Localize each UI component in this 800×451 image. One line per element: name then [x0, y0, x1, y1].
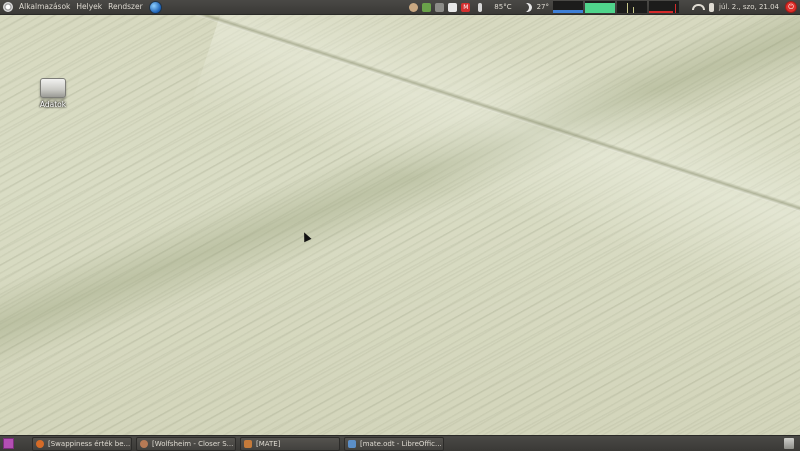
memory-graph[interactable]	[585, 1, 615, 13]
menu-system[interactable]: Rendszer	[105, 0, 146, 14]
desktop-icon-label: Adatok	[39, 100, 67, 109]
task-label: [Wolfsheim - Closer S...	[152, 439, 234, 448]
task-label: [Swappiness érték be...	[48, 439, 131, 448]
menu-places[interactable]: Helyek	[73, 0, 105, 14]
folder-icon	[244, 439, 252, 448]
taskbar-button-libreoffice[interactable]: [mate.odt - LibreOffic...	[344, 436, 444, 451]
thermometer-icon[interactable]	[478, 2, 483, 12]
top-panel: Alkalmazások Helyek Rendszer M 85°C 27° …	[0, 0, 800, 15]
globe-icon[interactable]	[148, 0, 162, 14]
weather-temperature: 27°	[536, 3, 549, 11]
taskbar-button-wolfsheim[interactable]: [Wolfsheim - Closer S...	[136, 436, 236, 451]
cpu-graph[interactable]	[553, 1, 583, 13]
menu-applications[interactable]: Alkalmazások	[16, 0, 73, 14]
music-icon	[140, 439, 148, 448]
moon-icon[interactable]	[523, 3, 532, 12]
drive-icon	[40, 78, 66, 98]
clock[interactable]: júl. 2., szo, 21.04	[719, 0, 779, 14]
update-icon[interactable]	[422, 2, 432, 12]
gmail-icon[interactable]: M	[461, 2, 471, 12]
wallpaper-sheen	[190, 14, 800, 385]
wifi-icon[interactable]	[692, 4, 705, 10]
task-label: [mate.odt - LibreOffic...	[360, 439, 442, 448]
ubuntu-logo-icon[interactable]	[3, 2, 13, 12]
trash-icon[interactable]	[784, 438, 794, 449]
firefox-icon	[36, 439, 44, 448]
power-icon[interactable]: ⏻	[785, 1, 797, 13]
taskbar-button-swappiness[interactable]: [Swappiness érték be...	[32, 436, 132, 451]
system-tray: M 85°C 27° júl. 2., szo, 21.04 ⏻	[407, 0, 800, 14]
volume-icon[interactable]	[709, 2, 714, 12]
task-label: [MATE]	[256, 439, 281, 448]
desktop	[0, 14, 800, 435]
cpu-temperature: 85°C	[494, 3, 512, 11]
disk-graph[interactable]	[649, 1, 679, 13]
taskbar-button-mate[interactable]: [MATE]	[240, 436, 340, 451]
bottom-panel: [Swappiness érték be... [Wolfsheim - Clo…	[0, 435, 800, 451]
network-icon[interactable]	[435, 2, 445, 12]
pidgin-icon[interactable]	[409, 2, 419, 12]
network-graph[interactable]	[617, 1, 647, 13]
dropbox-icon[interactable]	[448, 2, 458, 12]
document-icon	[348, 439, 356, 448]
main-menu: Alkalmazások Helyek Rendszer	[0, 0, 162, 14]
desktop-icon-adatok[interactable]: Adatok	[30, 78, 76, 109]
show-desktop-button[interactable]	[3, 438, 14, 449]
